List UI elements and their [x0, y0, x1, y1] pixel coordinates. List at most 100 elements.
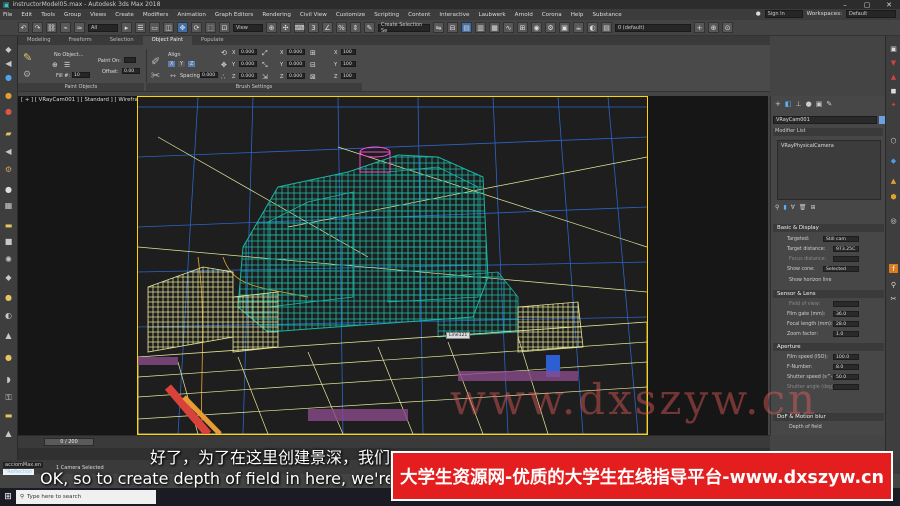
select-move-icon[interactable]: ✥ [177, 22, 188, 33]
menu-content[interactable]: Content [408, 12, 430, 18]
fnumber-field[interactable]: 8.0 [833, 364, 859, 370]
placement-icon[interactable]: ⊡ [219, 22, 230, 33]
layer-toolbar-icon[interactable]: ▤ [601, 22, 612, 33]
maximize-button[interactable]: ▢ [856, 0, 878, 9]
viewport-label[interactable]: [ + ] [ VRayCam001 ] [ Standard ] [ Wire… [21, 97, 150, 103]
geosphere-icon[interactable]: ● [3, 352, 14, 363]
reference-coordinate-dropdown[interactable]: View [233, 23, 263, 32]
pick-object-icon[interactable]: ⊕ [52, 61, 58, 69]
layer-dropdown[interactable]: 0 (default) [615, 23, 691, 32]
menu-graph-editors[interactable]: Graph Editors [215, 12, 253, 18]
frame-buffer-icon[interactable]: ◼ [889, 86, 898, 95]
rendered-frame-window-icon[interactable]: ▣ [559, 22, 570, 33]
menu-rendering[interactable]: Rendering [262, 12, 291, 18]
scale-x-field[interactable]: 100 [341, 49, 356, 55]
fill-field[interactable]: 10 [72, 72, 90, 78]
scale-z-field[interactable]: 100 [341, 73, 356, 79]
shape-icon[interactable]: ◀ [3, 146, 14, 157]
object-list-icon[interactable]: ☰ [64, 61, 70, 69]
menu-customize[interactable]: Customize [336, 12, 365, 18]
offset-z-field[interactable]: 0.000 [287, 73, 305, 79]
object-name-field[interactable]: VRayCam001 [773, 116, 877, 124]
make-unique-icon[interactable]: ∀ [791, 204, 795, 211]
brush-icon[interactable]: ▲ [3, 330, 14, 341]
key-icon[interactable]: ⚿ [3, 392, 14, 403]
box-icon[interactable]: ■ [3, 236, 14, 247]
spinner-snap-icon[interactable]: ⇕ [350, 22, 361, 33]
sphere-icon[interactable]: ● [3, 72, 14, 83]
render-icon[interactable]: ◎ [889, 216, 898, 225]
redo-icon[interactable]: ↷ [32, 22, 43, 33]
menu-arnold[interactable]: Arnold [515, 12, 533, 18]
edit-named-selection-icon[interactable]: ✎ [364, 22, 375, 33]
vray-light-icon[interactable]: ▲ [889, 72, 898, 81]
undo-icon[interactable]: ↶ [18, 22, 29, 33]
menu-modifiers[interactable]: Modifiers [143, 12, 169, 18]
targeted-checkbox[interactable]: Targeted: [787, 237, 809, 242]
bind-space-warp-icon[interactable]: ≈ [74, 22, 85, 33]
spacing-field[interactable]: 0.000 [200, 72, 218, 78]
paint-brush-icon[interactable]: ✎ [23, 51, 32, 64]
rollout-sensor-lens[interactable]: Sensor & Lens [773, 290, 884, 298]
tab-freeform[interactable]: Freeform [60, 36, 101, 45]
rotate-z-field[interactable]: 0.000 [239, 73, 257, 79]
vray-proxy-icon[interactable]: ◆ [889, 156, 898, 165]
maxscript-input[interactable]: "Reflection [3, 469, 35, 475]
shutter-angle-field[interactable] [833, 384, 859, 390]
modify-tab-icon[interactable]: ◧ [785, 100, 792, 108]
vray-icon[interactable]: ▼ [889, 58, 898, 67]
stack-item-vray-camera[interactable]: VRayPhysicalCamera [778, 141, 880, 151]
menu-scripting[interactable]: Scripting [374, 12, 399, 18]
curve-editor-icon[interactable]: ∿ [503, 22, 514, 33]
mirror-icon[interactable]: ⇋ [433, 22, 444, 33]
cylinder-icon[interactable]: ▬ [3, 220, 14, 231]
menu-tools[interactable]: Tools [41, 12, 55, 18]
tab-modeling[interactable]: Modeling [18, 36, 60, 45]
named-selection-set-dropdown[interactable]: Create Selection Se [378, 22, 430, 34]
show-cone-dropdown[interactable]: Selected [823, 266, 859, 272]
menu-laubwerk[interactable]: Laubwerk [478, 12, 505, 18]
offset-y-field[interactable]: 0.000 [287, 61, 305, 67]
helper-icon[interactable]: ● [3, 106, 14, 117]
paint-options-icon[interactable]: ⚙ [23, 70, 31, 80]
time-slider-thumb[interactable]: 0 / 200 [44, 438, 94, 446]
angle-snap-icon[interactable]: ∠ [322, 22, 333, 33]
select-object-icon[interactable]: ▸ [121, 22, 132, 33]
light-icon[interactable]: ● [3, 90, 14, 101]
create-layer-icon[interactable]: + [694, 22, 705, 33]
windows-start-icon[interactable]: ⊞ [0, 492, 16, 502]
menu-views[interactable]: Views [90, 12, 106, 18]
motion-tab-icon[interactable]: ● [806, 100, 812, 108]
menu-edit[interactable]: Edit [21, 12, 32, 18]
menu-substance[interactable]: Substance [592, 12, 621, 18]
minimize-button[interactable]: – [834, 0, 856, 9]
menu-corona[interactable]: Corona [542, 12, 562, 18]
scale-lock-icon[interactable]: ⊞ [310, 49, 316, 57]
vray-sphere-icon[interactable]: ⬢ [889, 192, 898, 201]
select-manipulate-icon[interactable]: ✣ [280, 22, 291, 33]
utilities-tab-icon[interactable]: ✎ [826, 100, 832, 108]
configure-sets-icon[interactable]: ⊞ [810, 204, 815, 211]
rollout-aperture[interactable]: Aperture [773, 343, 884, 351]
render-iterative-icon[interactable]: ◐ [587, 22, 598, 33]
rotate-x-field[interactable]: 0.000 [239, 49, 257, 55]
modifier-list-dropdown[interactable]: Modifier List [773, 128, 883, 136]
focus-distance-checkbox[interactable]: Focus distance: [789, 257, 826, 262]
rectangle-selection-icon[interactable]: ▭ [149, 22, 160, 33]
snap-icon[interactable]: ◆ [3, 44, 14, 55]
film-speed-field[interactable]: 100.0 [833, 354, 859, 360]
fov-checkbox[interactable]: Field of view: [789, 302, 820, 307]
menu-file[interactable]: File [3, 12, 12, 18]
hierarchy-tab-icon[interactable]: ⊥ [796, 100, 802, 108]
align-y-toggle[interactable]: Y [178, 61, 186, 67]
align-z-toggle[interactable]: Z [188, 61, 196, 67]
menu-animation[interactable]: Animation [177, 12, 206, 18]
shutter-speed-field[interactable]: 50.0 [833, 374, 859, 380]
rotate-y-field[interactable]: 0.000 [239, 61, 257, 67]
cone-icon[interactable]: ▲ [3, 428, 14, 439]
rollout-basic-display[interactable]: Basic & Display [773, 224, 884, 232]
lamp-icon[interactable]: ● [3, 292, 14, 303]
unlink-icon[interactable]: ⌁ [60, 22, 71, 33]
freeze-icon[interactable]: ◀ [3, 58, 14, 69]
depth-of-field-checkbox[interactable]: Depth of field [789, 425, 822, 430]
